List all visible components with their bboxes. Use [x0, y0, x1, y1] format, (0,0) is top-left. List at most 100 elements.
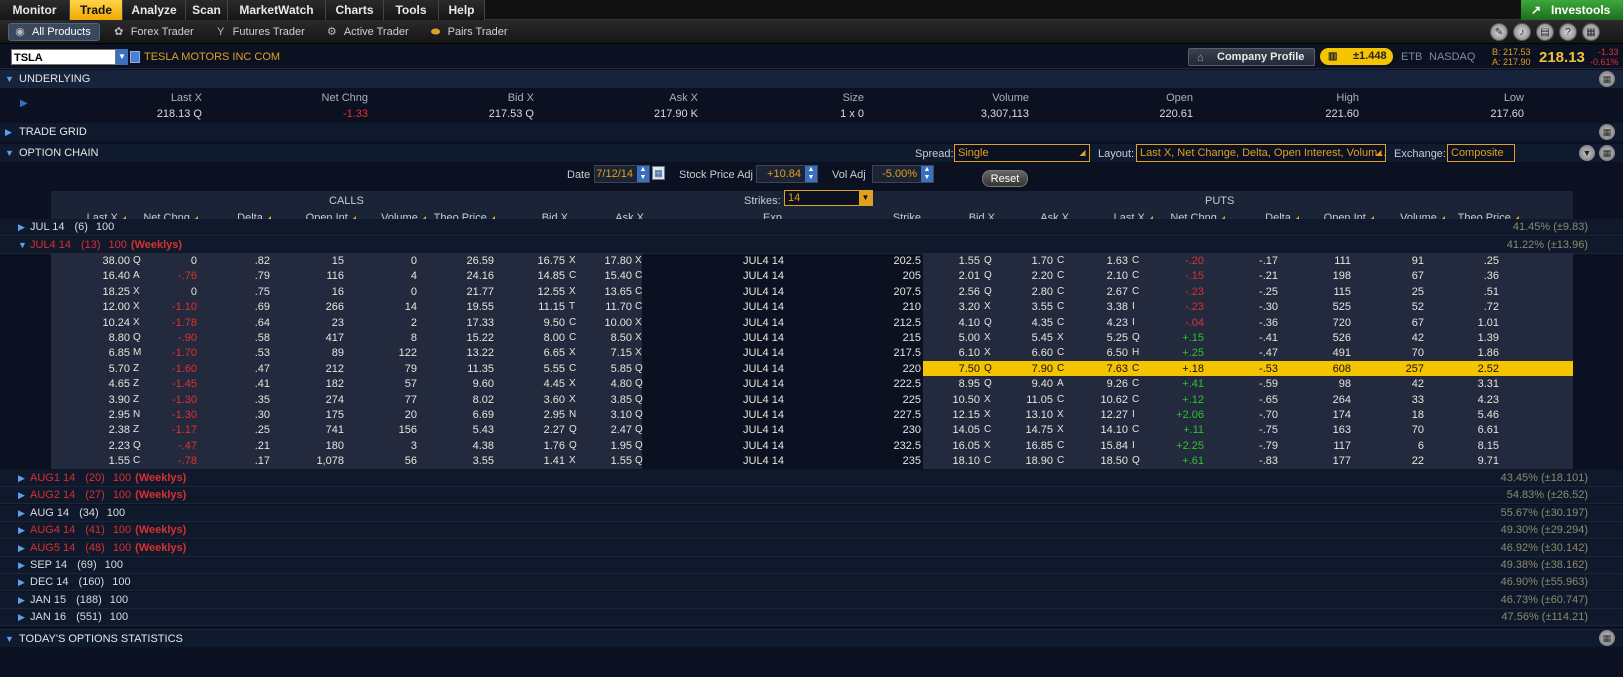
call-theo-price[interactable]: 11.35 [467, 361, 494, 377]
call-last[interactable]: 1.55 [109, 453, 130, 469]
put-net-change[interactable]: +2.06 [1176, 407, 1204, 423]
call-volume[interactable]: 14 [405, 299, 417, 315]
call-last[interactable]: 2.38 [109, 422, 130, 438]
put-open-interest[interactable]: 163 [1333, 422, 1351, 438]
expand-triangle-icon[interactable]: ▶ [18, 470, 25, 487]
call-volume[interactable]: 3 [411, 438, 417, 454]
chevron-down-icon[interactable]: ▼ [1579, 145, 1595, 161]
put-bid[interactable]: 1.55 [959, 253, 980, 269]
call-last[interactable]: 10.24 [102, 315, 130, 331]
wrench-icon[interactable]: ✎ [1490, 23, 1508, 41]
put-delta[interactable]: -.25 [1259, 284, 1278, 300]
put-delta[interactable]: -.59 [1259, 376, 1278, 392]
tab-scan[interactable]: Scan [186, 0, 228, 20]
put-volume[interactable]: 22 [1412, 453, 1424, 469]
put-last[interactable]: 2.10 [1107, 268, 1128, 284]
call-last[interactable]: 16.40 [102, 268, 130, 284]
call-bid[interactable]: 1.76 [544, 438, 565, 454]
put-open-interest[interactable]: 111 [1334, 253, 1351, 269]
option-chain-row[interactable]: 8.80 Q -.90.58 417 8 15.22 8.00 C 8.50 X JUL4 14 21… [51, 330, 1573, 346]
call-last[interactable]: 5.70 [109, 361, 130, 377]
put-net-change[interactable]: +.18 [1182, 361, 1204, 377]
call-ask[interactable]: 10.00 [604, 315, 632, 331]
bell-icon[interactable]: ♪ [1513, 23, 1531, 41]
put-delta[interactable]: -.79 [1259, 438, 1278, 454]
symbol-link-icon[interactable] [130, 51, 140, 63]
expand-triangle-icon[interactable]: ▶ [18, 219, 25, 236]
call-ask[interactable]: 3.10 [611, 407, 632, 423]
put-theo-price[interactable]: 9.71 [1478, 453, 1499, 469]
call-theo-price[interactable]: 4.38 [473, 438, 494, 454]
put-bid[interactable]: 12.15 [952, 407, 980, 423]
put-last[interactable]: 15.84 [1100, 438, 1128, 454]
call-net-change[interactable]: 0 [191, 253, 197, 269]
put-net-change[interactable]: -.23 [1185, 299, 1204, 315]
put-bid[interactable]: 7.50 [959, 361, 980, 377]
put-volume[interactable]: 6 [1418, 438, 1424, 454]
help-icon[interactable]: ? [1559, 23, 1577, 41]
put-bid[interactable]: 2.01 [959, 268, 980, 284]
call-ask[interactable]: 8.50 [611, 330, 632, 346]
call-last[interactable]: 12.00 [102, 299, 130, 315]
date-input[interactable]: 7/12/14 ▲ ▼ [594, 165, 650, 183]
strikes-select[interactable]: 14 ▼ [784, 190, 873, 206]
put-open-interest[interactable]: 177 [1333, 453, 1351, 469]
print-icon[interactable]: ▤ [1536, 23, 1554, 41]
put-bid[interactable]: 18.10 [952, 453, 980, 469]
call-net-change[interactable]: -.90 [178, 330, 197, 346]
put-bid[interactable]: 2.56 [959, 284, 980, 300]
call-open-interest[interactable]: 89 [332, 345, 344, 361]
reset-button[interactable]: Reset [982, 170, 1028, 187]
call-theo-price[interactable]: 19.55 [466, 299, 494, 315]
call-volume[interactable]: 20 [405, 407, 417, 423]
call-last[interactable]: 4.65 [109, 376, 130, 392]
put-volume[interactable]: 257 [1406, 361, 1424, 377]
put-net-change[interactable]: +2.25 [1176, 438, 1204, 454]
call-ask[interactable]: 15.40 [604, 268, 632, 284]
put-delta[interactable]: -.30 [1259, 299, 1278, 315]
put-theo-price[interactable]: 4.23 [1478, 392, 1499, 408]
put-ask[interactable]: 18.90 [1025, 453, 1053, 469]
option-chain-row[interactable]: 3.90 Z -1.30 .35 274 77 8.02 3.60 X 3.85 Q JUL4 14 2… [51, 391, 1573, 408]
spinner-icon[interactable]: ▲ ▼ [805, 166, 817, 182]
option-chain-row[interactable]: 10.24 X -1.78.64 23 2 17.33 9.50 C 10.00 X JUL4 14… [51, 314, 1573, 331]
exchange-select[interactable]: Composite [1447, 144, 1515, 162]
call-net-change[interactable]: -1.30 [172, 407, 197, 423]
call-volume[interactable]: 0 [411, 253, 417, 269]
put-volume[interactable]: 70 [1412, 345, 1424, 361]
expiration-row[interactable]: ▼ JUL4 14 (13) 100 (Weeklys) 41.22% (±13.96) [0, 237, 1623, 254]
call-delta[interactable]: .25 [255, 422, 270, 438]
expand-triangle-icon[interactable]: ▶ [18, 487, 25, 504]
call-delta[interactable]: .17 [255, 453, 270, 469]
tab-marketwatch[interactable]: MarketWatch [228, 0, 326, 20]
call-net-change[interactable]: -.47 [178, 438, 197, 454]
put-ask[interactable]: 14.75 [1025, 422, 1053, 438]
subnav-active-trader[interactable]: ⚙ Active Trader [321, 23, 417, 41]
expand-triangle-icon[interactable]: ▶ [18, 505, 25, 522]
put-bid[interactable]: 5.00 [959, 330, 980, 346]
call-net-change[interactable]: -1.17 [172, 422, 197, 438]
call-bid[interactable]: 2.95 [544, 407, 565, 423]
call-open-interest[interactable]: 116 [326, 268, 344, 284]
put-bid[interactable]: 14.05 [952, 422, 980, 438]
call-open-interest[interactable]: 15 [332, 253, 344, 269]
tab-analyze[interactable]: Analyze [123, 0, 186, 20]
call-open-interest[interactable]: 266 [326, 299, 344, 315]
put-bid[interactable]: 3.20 [959, 299, 980, 315]
put-theo-price[interactable]: 8.15 [1478, 438, 1499, 454]
call-volume[interactable]: 0 [411, 284, 417, 300]
call-delta[interactable]: .53 [255, 345, 270, 361]
put-ask[interactable]: 5.45 [1032, 330, 1053, 346]
tab-help[interactable]: Help [439, 0, 485, 20]
spinner-icon[interactable]: ▲ ▼ [921, 166, 933, 182]
tab-monitor[interactable]: Monitor [0, 0, 70, 20]
put-theo-price[interactable]: .72 [1484, 299, 1499, 315]
subnav-pairs-trader[interactable]: ⬬ Pairs Trader [425, 23, 516, 41]
call-bid[interactable]: 2.27 [544, 422, 565, 438]
call-bid[interactable]: 11.15 [538, 299, 565, 315]
put-volume[interactable]: 52 [1412, 299, 1424, 315]
put-open-interest[interactable]: 98 [1339, 376, 1351, 392]
put-bid[interactable]: 4.10 [959, 315, 980, 331]
trade-grid-section-header[interactable]: ▶ TRADE GRID [0, 123, 1623, 141]
call-bid[interactable]: 5.55 [544, 361, 565, 377]
